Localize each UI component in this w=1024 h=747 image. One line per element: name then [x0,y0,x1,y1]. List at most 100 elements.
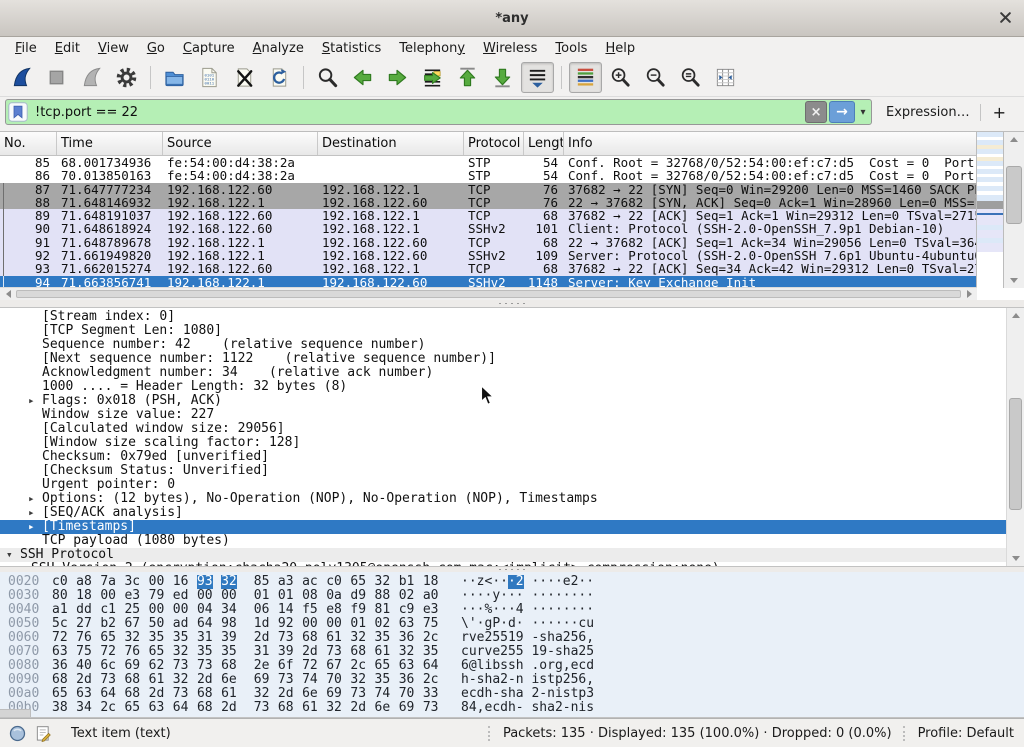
capture-comment-icon[interactable] [35,725,52,742]
menu-item-wireless[interactable]: Wireless [474,39,546,58]
pane-splitter-top[interactable] [0,300,1024,307]
scroll-down-icon[interactable] [1004,274,1024,287]
menu-item-capture[interactable]: Capture [174,39,244,58]
filter-dropdown-icon[interactable]: ▾ [855,102,871,122]
detail-line[interactable]: ▸SSH Version 2 (encryption:chacha20-poly… [0,562,1024,567]
scroll-right-icon[interactable] [962,288,976,300]
open-capture-file-button[interactable] [158,62,191,93]
hex-row-0020[interactable]: 0020c0a87a3c0016933285a3acc06532b118··z<… [0,575,1024,589]
detail-line[interactable]: Urgent pointer: 0 [0,478,1024,492]
packet-row-88[interactable]: 8871.648146932192.168.122.1192.168.122.6… [0,196,977,209]
packet-list-vscrollbar[interactable] [1004,132,1024,288]
go-to-last-packet-button[interactable] [486,62,519,93]
zoom-reset-button[interactable] [674,62,707,93]
column-header-no[interactable]: No. [0,132,57,155]
packet-row-89[interactable]: 8971.648191037192.168.122.60192.168.122.… [0,209,977,222]
detail-vscrollbar[interactable] [1006,308,1024,566]
profile-selector[interactable]: Profile: Default [918,726,1014,741]
expand-arrow-icon[interactable]: ▸ [28,506,42,520]
packet-minimap[interactable] [976,132,1004,288]
expert-info-icon[interactable] [9,725,26,742]
menu-item-go[interactable]: Go [138,39,174,58]
go-to-first-packet-button[interactable] [451,62,484,93]
menu-item-statistics[interactable]: Statistics [313,39,390,58]
go-to-packet-button[interactable] [416,62,449,93]
detail-line[interactable]: Window size value: 227 [0,408,1024,422]
detail-line[interactable]: [Checksum Status: Unverified] [0,464,1024,478]
add-filter-button[interactable]: + [981,103,1016,122]
filter-apply-button[interactable]: → [829,101,855,123]
find-packet-button[interactable] [311,62,344,93]
hex-row-0040[interactable]: 0040a1ddc125000004340614f5e8f981c9e3···%… [0,603,1024,617]
hex-row-00a0[interactable]: 00a0656364682d736861322d6e6973747033ecdh… [0,687,1024,701]
menu-item-edit[interactable]: Edit [46,39,89,58]
hex-row-00b0[interactable]: 00b038342c656364682d736861322d6e697384,e… [0,701,1024,715]
hex-row-0080[interactable]: 008036406c69627373682e6f72672c6563646@li… [0,659,1024,673]
detail-line[interactable]: ▾SSH Protocol [0,548,1024,562]
menu-item-view[interactable]: View [89,39,138,58]
go-back-button[interactable] [346,62,379,93]
packet-list-hscrollbar[interactable] [0,287,977,300]
detail-line[interactable]: [Calculated window size: 29056] [0,422,1024,436]
title-bar[interactable]: *any [0,0,1024,37]
scroll-up-icon[interactable] [1007,309,1024,322]
detail-line[interactable]: [Next sequence number: 1122 (relative se… [0,352,1024,366]
start-capture-button[interactable] [5,62,38,93]
hex-row-0050[interactable]: 00505c27b26750ad64981d92000001026375\'·g… [0,617,1024,631]
expand-arrow-icon[interactable]: ▸ [28,520,42,534]
menu-item-tools[interactable]: Tools [546,39,596,58]
menu-item-analyze[interactable]: Analyze [244,39,313,58]
filter-bookmark-icon[interactable] [8,102,28,122]
go-forward-button[interactable] [381,62,414,93]
auto-scroll-button[interactable] [521,62,554,93]
column-header-time[interactable]: Time [57,132,163,155]
detail-line[interactable]: 1000 .... = Header Length: 32 bytes (8) [0,380,1024,394]
menu-item-telephony[interactable]: Telephony [390,39,474,58]
column-header-length[interactable]: Length [524,132,564,155]
vscroll-thumb[interactable] [1006,166,1022,224]
expand-arrow-icon[interactable]: ▸ [28,394,42,408]
filter-clear-button[interactable]: × [805,101,827,123]
zoom-in-button[interactable] [604,62,637,93]
restart-capture-button[interactable] [75,62,108,93]
detail-line[interactable]: Checksum: 0x79ed [unverified] [0,450,1024,464]
packet-row-92[interactable]: 9271.661949820192.168.122.1192.168.122.6… [0,249,977,262]
detail-line[interactable]: Sequence number: 42 (relative sequence n… [0,338,1024,352]
expression-button[interactable]: Expression… [872,105,980,120]
save-capture-file-button[interactable]: 010101100011 [193,62,226,93]
detail-line[interactable]: Acknowledgment number: 34 (relative ack … [0,366,1024,380]
hex-row-0090[interactable]: 0090682d736861322d6e697374703235362ch-sh… [0,673,1024,687]
detail-line[interactable]: [Window size scaling factor: 128] [0,436,1024,450]
packet-row-91[interactable]: 9171.648789678192.168.122.1192.168.122.6… [0,236,977,249]
scroll-up-icon[interactable] [1004,133,1024,146]
packet-row-93[interactable]: 9371.662015274192.168.122.60192.168.122.… [0,262,977,275]
detail-line[interactable]: TCP payload (1080 bytes) [0,534,1024,548]
column-header-destination[interactable]: Destination [318,132,464,155]
expand-arrow-icon[interactable]: ▸ [17,562,31,567]
detail-line[interactable]: [Stream index: 0] [0,310,1024,324]
scroll-down-icon[interactable] [1007,552,1024,565]
detail-line[interactable]: [TCP Segment Len: 1080] [0,324,1024,338]
detail-line[interactable]: ▸Flags: 0x018 (PSH, ACK) [0,394,1024,408]
packet-row-85[interactable]: 8568.001734936fe:54:00:d4:38:2aSTP54Conf… [0,156,977,169]
close-capture-file-button[interactable] [228,62,261,93]
packet-row-86[interactable]: 8670.013850163fe:54:00:d4:38:2aSTP54Conf… [0,169,977,182]
detail-scroll-thumb[interactable] [1009,398,1022,510]
reload-capture-file-button[interactable] [263,62,296,93]
hex-row-0030[interactable]: 0030801800e379ed00000101080ad98802a0····… [0,589,1024,603]
collapse-arrow-icon[interactable]: ▾ [6,548,20,562]
hex-row-0060[interactable]: 006072766532353531392d7368613235362crve2… [0,631,1024,645]
hscroll-thumb[interactable] [16,290,961,298]
colorize-packets-button[interactable] [569,62,602,93]
resize-columns-button[interactable] [709,62,742,93]
display-filter-input[interactable] [28,105,805,120]
detail-line[interactable]: ▸[SEQ/ACK analysis] [0,506,1024,520]
detail-line[interactable]: ▸Options: (12 bytes), No-Operation (NOP)… [0,492,1024,506]
detail-line[interactable]: ▸[Timestamps] [0,520,1024,534]
expand-arrow-icon[interactable]: ▸ [28,492,42,506]
column-header-protocol[interactable]: Protocol [464,132,524,155]
packet-row-87[interactable]: 8771.647777234192.168.122.60192.168.122.… [0,183,977,196]
column-header-info[interactable]: Info [564,132,977,155]
zoom-out-button[interactable] [639,62,672,93]
menu-item-help[interactable]: Help [596,39,644,58]
